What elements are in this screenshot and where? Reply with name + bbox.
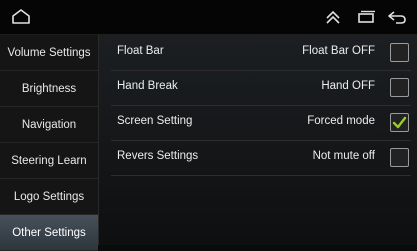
setting-row-float-bar: Float Bar Float Bar OFF xyxy=(111,35,411,71)
setting-value: Hand OFF xyxy=(321,80,375,92)
setting-row-revers-settings: Revers Settings Not mute off xyxy=(111,140,411,176)
setting-label: Float Bar xyxy=(117,45,164,57)
setting-value: Not mute off xyxy=(312,150,375,162)
revers-settings-checkbox[interactable] xyxy=(390,148,409,167)
setting-label: Revers Settings xyxy=(117,150,199,162)
sidebar-item-label: Navigation xyxy=(21,118,77,131)
setting-label: Screen Setting xyxy=(117,115,193,127)
sidebar-item-navigation[interactable]: Navigation xyxy=(0,107,98,143)
sidebar-item-label: Steering Learn xyxy=(11,154,87,167)
settings-panel: Float Bar Float Bar OFF Hand Break Hand … xyxy=(99,35,417,245)
sidebar-item-label: Brightness xyxy=(21,82,77,95)
sidebar-item-other-settings[interactable]: Other Settings xyxy=(0,215,98,251)
sidebar-item-brightness[interactable]: Brightness xyxy=(0,71,98,107)
float-bar-checkbox[interactable] xyxy=(390,43,409,62)
sidebar-item-label: Volume Settings xyxy=(7,46,91,59)
settings-sidebar: Volume Settings Brightness Navigation St… xyxy=(0,35,99,251)
recent-apps-icon[interactable] xyxy=(355,8,377,26)
setting-value: Float Bar OFF xyxy=(302,45,375,57)
hand-break-checkbox[interactable] xyxy=(390,78,409,97)
back-icon[interactable] xyxy=(386,8,408,26)
checkmark-icon xyxy=(392,116,407,129)
setting-row-hand-break: Hand Break Hand OFF xyxy=(111,70,411,106)
setting-value: Forced mode xyxy=(307,115,375,127)
screen-setting-checkbox[interactable] xyxy=(390,113,409,132)
setting-row-screen-setting: Screen Setting Forced mode xyxy=(111,105,411,141)
status-bar xyxy=(0,0,417,35)
sidebar-item-volume-settings[interactable]: Volume Settings xyxy=(0,35,98,71)
sidebar-item-label: Other Settings xyxy=(12,226,86,239)
home-icon[interactable] xyxy=(10,8,32,26)
chevron-up-icon[interactable] xyxy=(322,8,344,26)
sidebar-item-label: Logo Settings xyxy=(13,190,85,203)
sidebar-item-logo-settings[interactable]: Logo Settings xyxy=(0,179,98,215)
sidebar-item-steering-learn[interactable]: Steering Learn xyxy=(0,143,98,179)
setting-label: Hand Break xyxy=(117,80,178,92)
